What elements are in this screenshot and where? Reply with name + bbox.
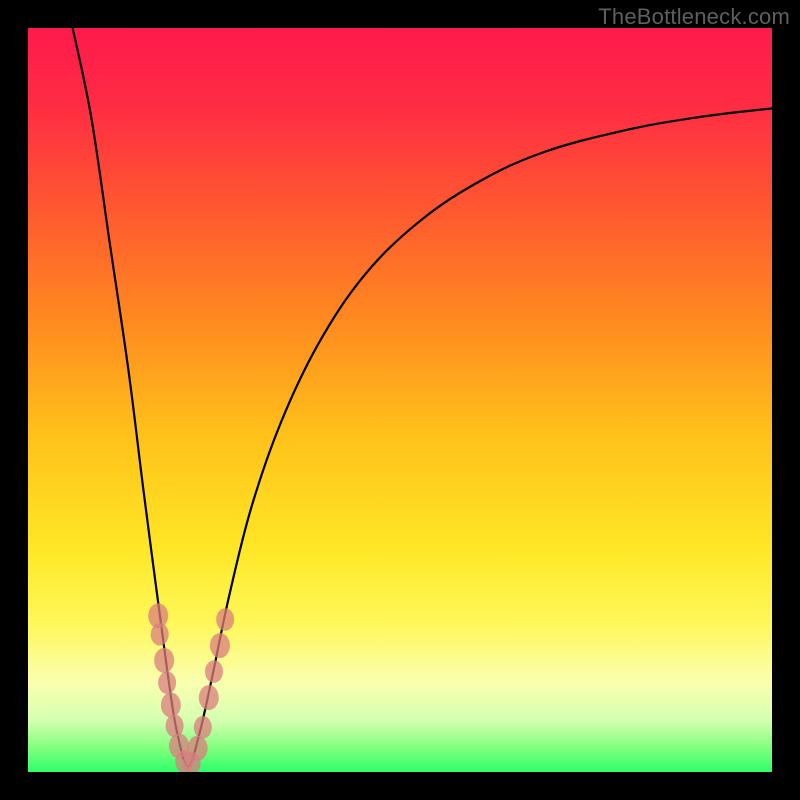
gradient-background	[28, 28, 772, 772]
curve-marker	[194, 716, 212, 739]
curve-marker	[151, 623, 169, 646]
curve-marker	[158, 671, 176, 694]
curve-marker	[154, 648, 174, 673]
curve-marker	[199, 685, 219, 710]
plot-area	[28, 28, 772, 772]
curve-marker	[216, 608, 234, 631]
watermark-text: TheBottleneck.com	[598, 4, 790, 30]
curve-marker	[161, 693, 181, 718]
chart-frame: TheBottleneck.com	[0, 0, 800, 800]
curve-marker	[210, 633, 230, 658]
curve-marker	[205, 660, 223, 683]
curve-marker	[188, 736, 208, 761]
chart-svg	[28, 28, 772, 772]
